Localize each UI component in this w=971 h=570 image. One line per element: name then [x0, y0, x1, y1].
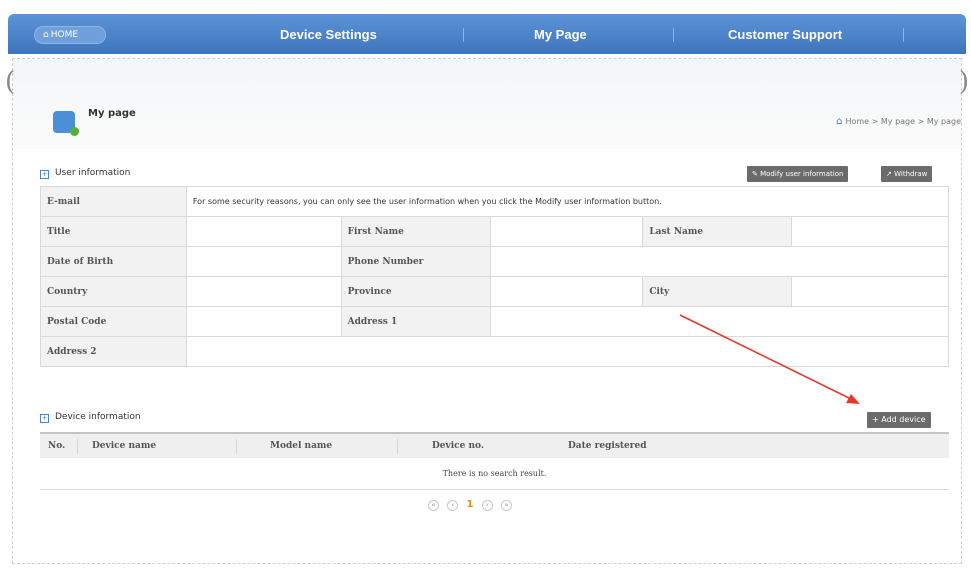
annotation-arrow	[679, 314, 860, 404]
